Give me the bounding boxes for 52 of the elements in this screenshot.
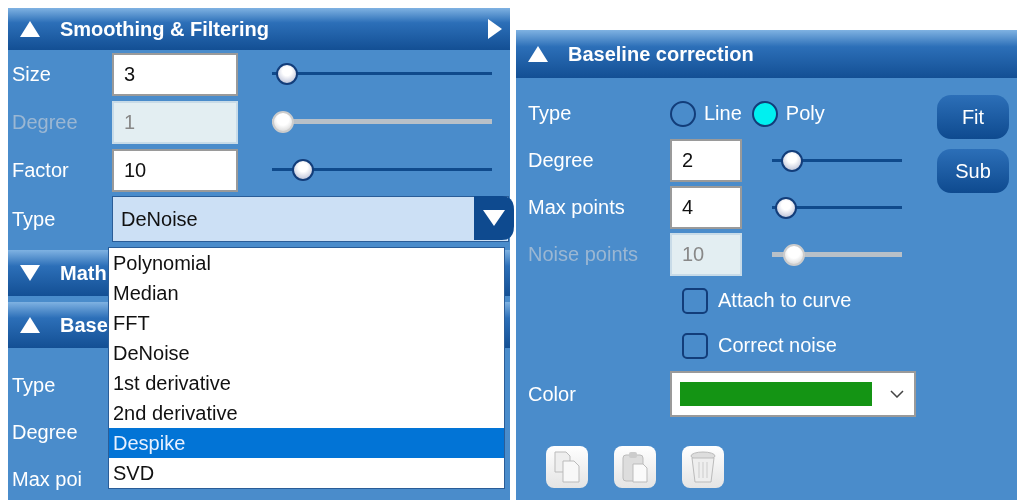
number-field[interactable]: 10 [112, 148, 238, 192]
delete-button[interactable] [682, 446, 724, 488]
field-label: Type [11, 374, 57, 397]
panel-title: Smoothing & Filtering [60, 17, 269, 41]
chevron-down-icon [890, 390, 904, 398]
paste-button[interactable] [614, 446, 656, 488]
number-field[interactable]: 2 [670, 139, 742, 182]
radio-label: Line [704, 102, 742, 125]
number-field[interactable]: 4 [670, 186, 742, 229]
field-label: Size [11, 62, 52, 86]
dropdown-option[interactable]: FFT [109, 308, 504, 338]
slider-thumb[interactable] [275, 63, 298, 85]
dropdown-option[interactable]: DeNoise [109, 338, 504, 368]
panel-header[interactable]: Baseline correction [516, 30, 1017, 78]
field-label: Degree [527, 149, 595, 172]
dropdown-option[interactable]: Median [109, 278, 504, 308]
slider-thumb[interactable] [291, 159, 314, 181]
color-dropdown[interactable] [670, 371, 916, 417]
field-label: Factor [11, 158, 70, 182]
field-label: Type [527, 102, 573, 125]
radio-label: Poly [785, 102, 825, 125]
field-label: Max poi [11, 468, 84, 491]
number-field[interactable]: 3 [112, 52, 238, 96]
arrow-right-icon[interactable] [488, 19, 502, 39]
dropdown-option[interactable]: 2nd derivative [109, 398, 504, 428]
dropdown-arrow-icon[interactable] [474, 196, 514, 240]
dropdown-option[interactable]: 1st derivative [109, 368, 504, 398]
slider-thumb[interactable] [780, 149, 803, 172]
field-label: Type [11, 207, 57, 231]
field-label: Max points [527, 196, 626, 219]
radio-button[interactable] [751, 100, 778, 127]
checkbox-label: Attach to curve [718, 289, 852, 312]
section-title: Math [60, 261, 107, 285]
radio-button[interactable] [670, 100, 696, 127]
checkbox[interactable] [682, 332, 708, 359]
field-label: Degree [11, 421, 79, 444]
checkbox[interactable] [682, 287, 708, 314]
panel-title: Baseline correction [568, 42, 754, 66]
action-button[interactable]: Sub [937, 149, 1009, 193]
dropdown-option[interactable]: Polynomial [109, 248, 504, 278]
action-button[interactable]: Fit [937, 95, 1009, 139]
dropdown-value: DeNoise [120, 207, 198, 231]
slider-thumb[interactable] [775, 196, 798, 219]
section-title: Base [60, 313, 108, 337]
copy-button[interactable] [546, 446, 588, 488]
panel-header[interactable]: Smoothing & Filtering [8, 8, 510, 50]
checkbox-label: Correct noise [718, 334, 837, 357]
dropdown-option[interactable]: SVD [109, 458, 504, 488]
field-label: Degree [11, 110, 79, 134]
dropdown-option[interactable]: Despike [109, 428, 504, 458]
field-label: Noise points [527, 243, 640, 266]
field-label: Color [527, 382, 577, 406]
